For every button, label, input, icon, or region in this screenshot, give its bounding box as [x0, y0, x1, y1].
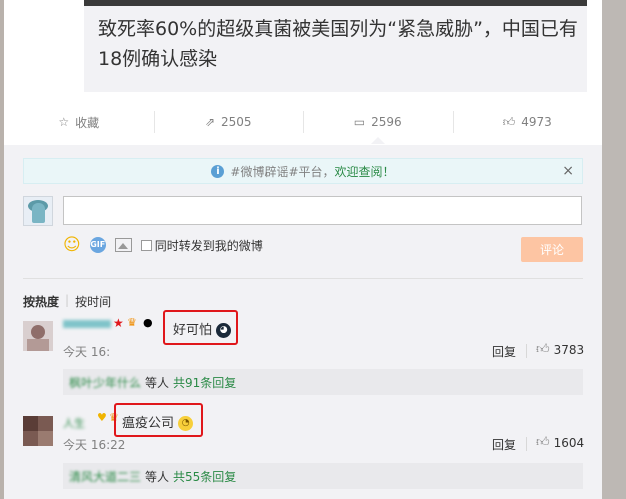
comment-like-count: 3783 — [553, 342, 585, 357]
star-badge-icon: ★ — [113, 316, 124, 330]
commenter-avatar[interactable] — [23, 416, 53, 446]
comment-button[interactable]: ▭ 2596 — [303, 110, 453, 144]
forward-checkbox[interactable]: 同时转发到我的微博 — [140, 237, 263, 254]
article-image — [84, 0, 587, 6]
notice-text: #微博辟谣#平台， — [230, 164, 335, 179]
panda-badge-icon: ● — [143, 316, 153, 329]
submit-comment-button[interactable]: 评论 — [521, 237, 583, 262]
comment-like-button[interactable]: 👍︎ 3783 — [536, 342, 584, 357]
avatar — [23, 196, 53, 226]
share-icon: ⇗ — [204, 115, 215, 129]
reply-button[interactable]: 回复 — [492, 436, 516, 453]
emoji-icon[interactable]: ☺ — [63, 235, 81, 255]
info-icon: i — [211, 164, 225, 178]
checkbox-box[interactable] — [140, 239, 152, 251]
like-icon: 👍︎ — [536, 342, 550, 357]
image-icon[interactable] — [114, 238, 132, 252]
comment-like-count: 1604 — [553, 435, 585, 450]
favorite-label: 收藏 — [75, 115, 100, 130]
highlight-box — [163, 310, 238, 345]
page-background-right — [602, 0, 626, 499]
like-button[interactable]: 👍︎ 4973 — [452, 110, 603, 134]
sub-reply-users[interactable]: 清风大道二三 — [69, 468, 141, 485]
highlight-box — [114, 403, 203, 437]
article-preview[interactable]: 致死率60%的超级真菌被美国列为“紧急威胁”，中国已有18例确认感染 — [84, 0, 587, 92]
sub-reply-count[interactable]: 共55条回复 — [173, 468, 236, 485]
gif-icon[interactable]: GIF — [89, 237, 106, 253]
sort-tabs: 按热度 | 按时间 — [23, 293, 111, 310]
like-icon: 👍︎ — [502, 114, 516, 129]
commenter-avatar[interactable] — [23, 321, 53, 351]
commenter-info: ★ ♛ ● — [63, 316, 155, 334]
commenter-name-blurred[interactable]: 人生 — [63, 415, 85, 431]
favorite-button[interactable]: ☆ 收藏 — [4, 110, 154, 134]
meta-separator — [526, 437, 527, 451]
forward-label: 同时转发到我的微博 — [154, 238, 263, 253]
notice-link[interactable]: 欢迎查阅！ — [335, 163, 395, 180]
divider — [23, 278, 583, 279]
reply-button[interactable]: 回复 — [492, 343, 516, 360]
sub-reply-users[interactable]: 枫叶少年什么 — [69, 374, 141, 391]
article-title[interactable]: 致死率60%的超级真菌被美国列为“紧急威胁”，中国已有18例确认感染 — [98, 14, 578, 74]
repost-button[interactable]: ⇗ 2505 — [153, 110, 304, 134]
vip-badge-icon: ♥ — [97, 411, 107, 424]
sub-replies-box[interactable]: 枫叶少年什么 等人 共91条回复 — [63, 369, 583, 395]
sub-reply-suffix: 等人 — [145, 469, 170, 484]
sub-reply-count[interactable]: 共91条回复 — [173, 374, 236, 391]
tab-sort-time[interactable]: 按时间 — [75, 293, 111, 310]
like-icon: 👍︎ — [536, 435, 550, 450]
comment-time: 今天 16:22 — [63, 438, 126, 452]
meta-separator — [526, 344, 527, 358]
comment-input[interactable] — [63, 196, 582, 225]
commenter-name-blurred[interactable] — [63, 320, 111, 328]
repost-count: 2505 — [221, 115, 252, 129]
action-bar: ☆ 收藏 ⇗ 2505 ▭ 2596 👍︎ 4973 — [4, 108, 603, 144]
rumor-notice-bar: i #微博辟谣#平台， 欢迎查阅！ × — [23, 158, 583, 184]
comment-like-button[interactable]: 👍︎ 1604 — [536, 435, 584, 450]
vip-badge-icon: ♛ — [127, 316, 137, 329]
comment-count: 2596 — [371, 115, 402, 129]
comment-panel: i #微博辟谣#平台， 欢迎查阅！ × ☺ GIF 同时转发到我的微博 评论 按… — [4, 145, 602, 499]
sub-replies-box[interactable]: 清风大道二三 等人 共55条回复 — [63, 463, 583, 489]
weibo-post-card: 致死率60%的超级真菌被美国列为“紧急威胁”，中国已有18例确认感染 ☆ 收藏 … — [4, 0, 602, 499]
sub-reply-suffix: 等人 — [145, 375, 170, 390]
sort-separator: | — [65, 293, 70, 307]
tab-sort-hot[interactable]: 按热度 — [23, 293, 59, 310]
composer-toolbar: ☺ GIF 同时转发到我的微博 — [63, 235, 263, 255]
comment-icon: ▭ — [353, 115, 366, 129]
star-icon: ☆ — [58, 115, 70, 129]
close-icon[interactable]: × — [562, 163, 574, 179]
like-count: 4973 — [521, 115, 552, 129]
comment-time: 今天 16: — [63, 345, 111, 359]
